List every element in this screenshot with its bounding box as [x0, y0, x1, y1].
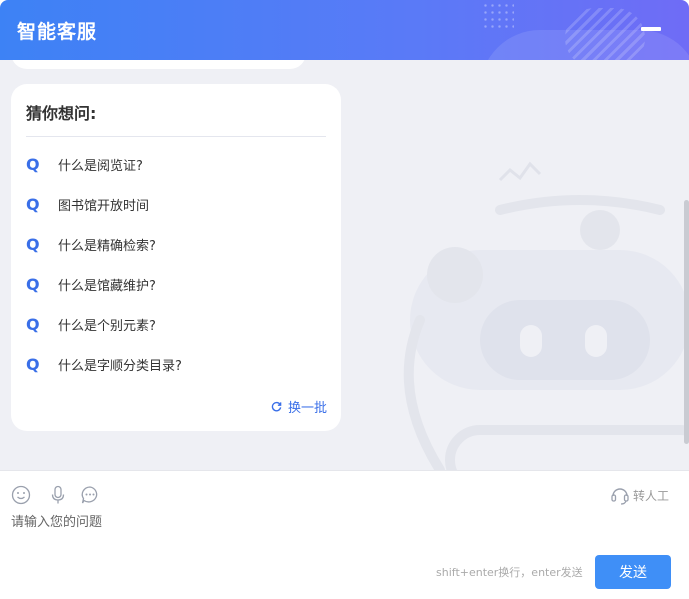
suggestion-text: 什么是阅览证?	[58, 158, 143, 174]
transfer-label: 转人工	[633, 488, 670, 503]
header-decoration-dots	[482, 2, 514, 32]
suggestion-text: 什么是字顺分类目录?	[58, 358, 182, 374]
suggestion-text: 什么是个别元素?	[58, 318, 156, 334]
transfer-to-agent-button[interactable]: 转人工	[610, 485, 669, 505]
suggestion-item[interactable]: Q 什么是个别元素?	[26, 312, 326, 336]
q-icon: Q	[26, 234, 40, 254]
minimize-icon[interactable]	[641, 27, 661, 31]
suggestion-item[interactable]: Q 什么是字顺分类目录?	[26, 352, 326, 376]
composer: 转人工 shift+enter换行，enter发送 发送	[0, 470, 689, 599]
suggestion-text: 图书馆开放时间	[58, 198, 150, 214]
robot-watermark-icon	[403, 161, 689, 470]
suggestion-item[interactable]: Q 什么是精确检索?	[26, 232, 326, 256]
chat-window: 智能客服 猜你想问: Q 什么是阅览证? Q 图书馆开放时间 Q 什么是精确检索…	[0, 0, 689, 599]
refresh-button[interactable]: 换一批	[271, 397, 327, 416]
suggestion-text: 什么是馆藏维护?	[58, 278, 156, 294]
header-decoration-stripes	[565, 8, 645, 60]
emoji-icon[interactable]	[11, 485, 31, 505]
q-icon: Q	[26, 354, 40, 374]
page-title: 智能客服	[17, 21, 98, 43]
keyboard-hint: shift+enter换行，enter发送	[436, 566, 583, 579]
suggestion-item[interactable]: Q 图书馆开放时间	[26, 192, 326, 216]
header-bar: 智能客服	[0, 0, 689, 60]
message-input[interactable]	[11, 511, 671, 571]
chat-scrollbar[interactable]	[684, 200, 689, 444]
previous-message-bubble	[11, 60, 306, 69]
suggestion-title: 猜你想问:	[26, 104, 97, 123]
q-icon: Q	[26, 154, 40, 174]
suggestion-card: 猜你想问: Q 什么是阅览证? Q 图书馆开放时间 Q 什么是精确检索? Q 什…	[11, 84, 341, 431]
send-button[interactable]: 发送	[595, 555, 671, 589]
q-icon: Q	[26, 194, 40, 214]
suggestion-item[interactable]: Q 什么是阅览证?	[26, 152, 326, 176]
refresh-icon	[271, 401, 282, 412]
refresh-label: 换一批	[287, 401, 327, 416]
microphone-icon[interactable]	[48, 485, 68, 505]
divider	[26, 136, 326, 137]
chat-bubble-icon[interactable]	[80, 485, 100, 505]
q-icon: Q	[26, 274, 40, 294]
suggestion-text: 什么是精确检索?	[58, 238, 156, 254]
q-icon: Q	[26, 314, 40, 334]
chat-area: 猜你想问: Q 什么是阅览证? Q 图书馆开放时间 Q 什么是精确检索? Q 什…	[0, 60, 689, 470]
headset-icon	[611, 488, 629, 505]
suggestion-item[interactable]: Q 什么是馆藏维护?	[26, 272, 326, 296]
